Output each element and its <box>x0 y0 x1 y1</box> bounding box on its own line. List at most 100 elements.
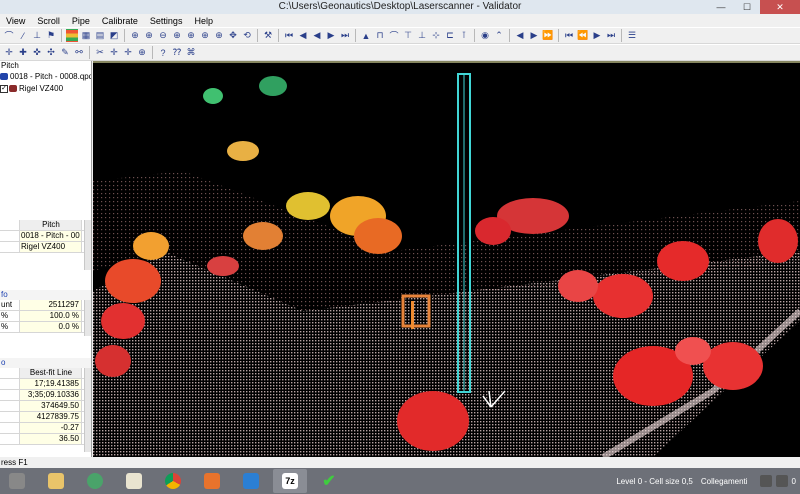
next-icon[interactable]: ⏭ <box>339 29 351 42</box>
toolbar-separator <box>474 29 475 42</box>
select-icon[interactable]: ✣ <box>45 46 57 59</box>
polyline-icon[interactable]: ⌒ <box>3 29 15 42</box>
globe-icon[interactable]: ◉ <box>479 29 491 42</box>
tools-icon[interactable]: ✂ <box>94 46 106 59</box>
table-row[interactable]: 0018 - Pitch - 00 <box>0 231 91 242</box>
volume-icon[interactable] <box>775 475 788 487</box>
taskbar-app-3[interactable] <box>78 469 112 493</box>
flag-icon[interactable]: ⚑ <box>45 29 57 42</box>
axes-icon[interactable]: ⊹ <box>430 29 442 42</box>
checkbox-icon[interactable]: ✓ <box>0 84 8 93</box>
move-icon[interactable]: ✛ <box>3 46 15 59</box>
draw-icon[interactable]: ✎ <box>59 46 71 59</box>
taskbar-chrome[interactable] <box>156 469 190 493</box>
forward-icon[interactable]: ▶ <box>591 29 603 42</box>
measure-icon[interactable]: ⊥ <box>416 29 428 42</box>
zoom-icon[interactable]: ⊕ <box>129 29 141 42</box>
line-icon[interactable]: ⁄ <box>17 29 29 42</box>
waypoint-icon[interactable]: ✛ <box>108 46 120 59</box>
taskbar-app-6[interactable] <box>195 469 229 493</box>
list-icon[interactable]: ☰ <box>626 29 638 42</box>
table-row: 374649.50 <box>0 401 91 412</box>
app-icon <box>9 473 25 489</box>
link-icon[interactable]: ⚯ <box>73 46 85 59</box>
pipe-icon[interactable]: ⊏ <box>444 29 456 42</box>
tree-item-scanner[interactable]: ✓ Rigel VZ400 <box>0 83 63 94</box>
project-panel: Pitch 0018 - Pitch - 0008.qpd ✓ Rigel VZ… <box>0 61 92 457</box>
menu-settings[interactable]: Settings <box>144 14 189 27</box>
archive-icon: 7z <box>282 473 298 489</box>
menu-view[interactable]: View <box>0 14 31 27</box>
trend-icon[interactable]: ⌃ <box>493 29 505 42</box>
help-icon[interactable]: ? <box>157 46 169 59</box>
section-icon[interactable]: ⊓ <box>374 29 386 42</box>
zoom-in-icon[interactable]: ⊕ <box>143 29 155 42</box>
play-icon[interactable]: ▶ <box>325 29 337 42</box>
minimize-button[interactable]: — <box>708 0 734 14</box>
color-bands-icon[interactable] <box>66 29 78 42</box>
info-icon[interactable]: ⌘ <box>185 46 197 59</box>
grid-value: 4127839.75 <box>20 412 82 422</box>
network-icon[interactable] <box>759 475 772 487</box>
properties-scrollbar[interactable] <box>84 220 91 270</box>
point-cloud-viewport[interactable] <box>93 61 800 457</box>
clock[interactable]: 0 <box>792 477 796 486</box>
menu-scroll[interactable]: Scroll <box>31 14 66 27</box>
step-forward-icon[interactable]: ▶ <box>528 29 540 42</box>
menu-help[interactable]: Help <box>188 14 219 27</box>
taskbar-app-1[interactable] <box>0 469 34 493</box>
profile-icon[interactable]: ⌒ <box>388 29 400 42</box>
zoom-window-icon[interactable]: ⊕ <box>171 29 183 42</box>
fast-forward-icon[interactable]: ⏩ <box>542 29 554 42</box>
tree-root[interactable]: Pitch <box>0 61 91 71</box>
previous-icon[interactable]: ◀ <box>297 29 309 42</box>
zoom-next-icon[interactable]: ⊕ <box>213 29 225 42</box>
zoom-previous-icon[interactable]: ⊕ <box>199 29 211 42</box>
title-bar: C:\Users\Geonautics\Desktop\Laserscanner… <box>0 0 800 14</box>
tray-notification[interactable]: Collegamenti <box>701 477 748 486</box>
toolbar-separator <box>89 46 90 59</box>
taskbar-paint[interactable] <box>117 469 151 493</box>
context-help-icon[interactable]: ⁇ <box>171 46 183 59</box>
first-icon[interactable]: ⏮ <box>283 29 295 42</box>
shape-icon[interactable]: ◩ <box>108 29 120 42</box>
zoom-out-icon[interactable]: ⊖ <box>157 29 169 42</box>
grid-icon[interactable]: ▦ <box>80 29 92 42</box>
point-cloud-canvas[interactable] <box>93 61 800 457</box>
menu-calibrate[interactable]: Calibrate <box>96 14 144 27</box>
taskbar-7zip[interactable]: 7z <box>273 469 307 493</box>
table-row[interactable]: Rigel VZ400 <box>0 242 91 253</box>
node-icon[interactable]: ⊥ <box>31 29 43 42</box>
skip-first-icon[interactable]: ⏮ <box>563 29 575 42</box>
tree-item-file[interactable]: 0018 - Pitch - 0008.qpd <box>0 71 91 82</box>
fit-section-label: o <box>0 358 91 368</box>
taskbar-validator[interactable]: ✔ <box>312 469 346 493</box>
play-back-icon[interactable]: ◀ <box>311 29 323 42</box>
close-button[interactable]: ✕ <box>760 0 800 14</box>
app-blue-icon <box>243 473 259 489</box>
rotate-icon[interactable]: ⟲ <box>241 29 253 42</box>
rewind-icon[interactable]: ⏪ <box>577 29 589 42</box>
fit-grid: Best-fit Line 17;19.41385 3;35;09.10336 … <box>0 368 91 452</box>
maximize-button[interactable]: ☐ <box>734 0 760 14</box>
pan-icon[interactable]: ✥ <box>227 29 239 42</box>
terrain-icon[interactable]: ▲ <box>360 29 372 42</box>
pick-icon[interactable]: ✜ <box>31 46 43 59</box>
menu-pipe[interactable]: Pipe <box>66 14 96 27</box>
cross-section-icon[interactable]: ⊤ <box>402 29 414 42</box>
step-back-icon[interactable]: ◀ <box>514 29 526 42</box>
table-row: 17;19.41385 <box>0 379 91 390</box>
info-scrollbar[interactable] <box>84 300 91 336</box>
skip-last-icon[interactable]: ⏭ <box>605 29 617 42</box>
taskbar-app-7[interactable] <box>234 469 268 493</box>
grab-icon[interactable]: ✚ <box>17 46 29 59</box>
zoom-extent-icon[interactable]: ⊕ <box>185 29 197 42</box>
wand-icon[interactable]: ⚒ <box>262 29 274 42</box>
fit-scrollbar[interactable] <box>84 368 91 452</box>
grid-value: 17;19.41385 <box>20 379 82 389</box>
taskbar-explorer[interactable] <box>39 469 73 493</box>
target-icon[interactable]: ⊕ <box>136 46 148 59</box>
measure-point-icon[interactable]: ✛ <box>122 46 134 59</box>
grid-alt-icon[interactable]: ▤ <box>94 29 106 42</box>
marker-icon[interactable]: ⊺ <box>458 29 470 42</box>
